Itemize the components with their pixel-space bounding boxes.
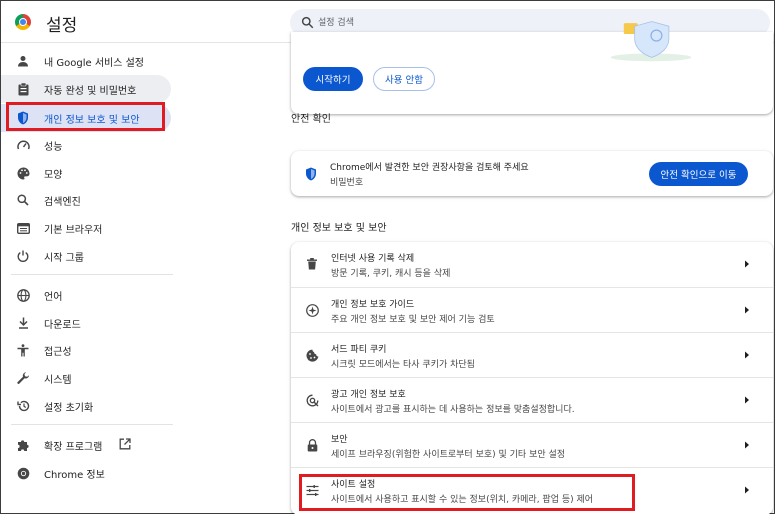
safety-check-title: Chrome에서 발견한 보안 권장사항을 검토해 주세요 — [330, 163, 529, 173]
accessibility-icon — [16, 343, 30, 357]
download-icon — [16, 316, 30, 330]
sidebar-item-label: 접근성 — [44, 347, 72, 358]
privacy-row-security[interactable]: 보안 세이프 브라우징(위험한 사이트로부터 보호) 및 기타 보안 설정 — [291, 422, 773, 467]
sidebar-item-languages[interactable]: 언어 — [1, 281, 171, 309]
sidebar-item-extensions[interactable]: 확장 프로그램 — [1, 431, 171, 459]
privacy-row-privacy-guide[interactable]: 개인 정보 보호 가이드 주요 개인 정보 보호 및 보안 제어 기능 검토 — [291, 287, 773, 332]
sidebar-divider — [11, 424, 173, 425]
clipboard-icon — [16, 82, 30, 96]
puzzle-icon — [16, 438, 30, 452]
sidebar-item-label: 언어 — [44, 292, 63, 303]
main-content: 시작하기 사용 안함 안전 확인 Chrome에서 발견한 보안 권장사항을 검… — [183, 21, 773, 514]
sidebar-item-label: 시작 그룹 — [44, 253, 84, 264]
chrome-logo-icon — [15, 14, 31, 30]
sidebar-item-autofill[interactable]: 자동 완성 및 비밀번호 — [1, 75, 171, 103]
sidebar-item-on-startup[interactable]: 시작 그룹 — [1, 242, 171, 270]
row-description: 주요 개인 정보 보호 및 보안 제어 기능 검토 — [331, 315, 495, 325]
compass-icon — [305, 303, 319, 317]
row-title: 보안 — [331, 435, 348, 445]
search-icon — [301, 16, 314, 29]
privacy-illustration-icon — [610, 21, 692, 62]
safety-check-card: Chrome에서 발견한 보안 권장사항을 검토해 주세요 비밀번호 안전 확인… — [291, 151, 773, 196]
safety-check-subtitle: 비밀번호 — [330, 178, 364, 188]
row-description: 세이프 브라우징(위험한 사이트로부터 보호) 및 기타 보안 설정 — [331, 450, 566, 460]
row-title: 개인 정보 보호 가이드 — [331, 300, 415, 310]
sidebar-item-search-engine[interactable]: 검색엔진 — [1, 186, 171, 214]
privacy-row-clear-browsing-data[interactable]: 인터넷 사용 기록 삭제 방문 기록, 쿠키, 캐시 등을 삭제 — [291, 242, 773, 287]
chevron-right-icon — [745, 306, 749, 314]
row-description: 시크릿 모드에서는 타사 쿠키가 차단됨 — [331, 360, 475, 370]
sidebar-item-label: 검색엔진 — [44, 197, 81, 208]
row-title: 서드 파티 쿠키 — [331, 345, 387, 355]
sidebar-item-label: 기본 브라우저 — [44, 225, 103, 236]
chevron-right-icon — [745, 260, 749, 268]
row-title: 인터넷 사용 기록 삭제 — [331, 254, 415, 264]
sidebar-divider — [11, 274, 173, 275]
sidebar-item-reset[interactable]: 설정 초기화 — [1, 392, 171, 420]
sidebar-item-label: 모양 — [44, 170, 63, 181]
privacy-row-ad-privacy[interactable]: 광고 개인 정보 보호 사이트에서 광고를 표시하는 데 사용하는 정보를 맞춤… — [291, 377, 773, 422]
sidebar-item-label: 성능 — [44, 142, 63, 153]
browser-icon — [16, 221, 30, 235]
sidebar-item-performance[interactable]: 성능 — [1, 131, 171, 159]
sidebar-item-appearance[interactable]: 모양 — [1, 159, 171, 187]
privacy-row-third-party-cookies[interactable]: 서드 파티 쿠키 시크릿 모드에서는 타사 쿠키가 차단됨 — [291, 332, 773, 377]
globe-icon — [16, 288, 30, 302]
row-description: 사이트에서 광고를 표시하는 데 사용하는 정보를 맞춤설정합니다. — [331, 405, 575, 415]
ad-privacy-icon — [305, 393, 319, 407]
sidebar-item-label: 다운로드 — [44, 320, 81, 331]
chevron-right-icon — [745, 486, 749, 494]
row-description: 방문 기록, 쿠키, 캐시 등을 삭제 — [331, 269, 451, 279]
cookie-icon — [305, 348, 319, 362]
chevron-right-icon — [745, 441, 749, 449]
row-title: 광고 개인 정보 보호 — [331, 390, 406, 400]
highlight-box-site-settings — [299, 474, 635, 511]
go-to-safety-check-button[interactable]: 안전 확인으로 이동 — [649, 162, 748, 186]
speedometer-icon — [16, 138, 30, 152]
wrench-icon — [16, 371, 30, 385]
sidebar-item-label: 자동 완성 및 비밀번호 — [44, 86, 137, 97]
chrome-icon — [16, 466, 30, 480]
start-button[interactable]: 시작하기 — [303, 67, 363, 91]
sidebar-item-label: 확장 프로그램 — [44, 442, 103, 453]
shield-icon — [305, 166, 317, 185]
search-icon — [16, 193, 30, 207]
section-title-safety-check: 안전 확인 — [291, 114, 331, 125]
sidebar-item-about-chrome[interactable]: Chrome 정보 — [1, 459, 171, 487]
dismiss-button[interactable]: 사용 안함 — [373, 67, 435, 91]
sidebar-item-label: 시스템 — [44, 375, 72, 386]
sidebar-item-default-browser[interactable]: 기본 브라우저 — [1, 214, 171, 242]
trash-icon — [305, 257, 319, 271]
external-link-icon — [119, 438, 131, 450]
sidebar-item-google-services[interactable]: 내 Google 서비스 설정 — [1, 47, 171, 75]
power-icon — [16, 249, 30, 263]
chevron-right-icon — [745, 351, 749, 359]
privacy-guide-promo-card: 시작하기 사용 안함 — [291, 21, 773, 114]
page-title: 설정 — [46, 16, 78, 36]
person-icon — [16, 54, 30, 68]
palette-icon — [16, 166, 30, 180]
sidebar-item-label: 내 Google 서비스 설정 — [44, 58, 144, 69]
sidebar-item-system[interactable]: 시스템 — [1, 364, 171, 392]
highlight-box-privacy-nav — [6, 102, 165, 131]
sidebar-item-downloads[interactable]: 다운로드 — [1, 309, 171, 337]
reset-icon — [16, 399, 30, 413]
chevron-right-icon — [745, 396, 749, 404]
sidebar-item-label: Chrome 정보 — [44, 470, 105, 481]
lock-icon — [305, 438, 319, 452]
section-title-privacy: 개인 정보 보호 및 보안 — [291, 223, 387, 234]
sidebar-item-label: 설정 초기화 — [44, 403, 94, 414]
sidebar-item-accessibility[interactable]: 접근성 — [1, 336, 171, 364]
